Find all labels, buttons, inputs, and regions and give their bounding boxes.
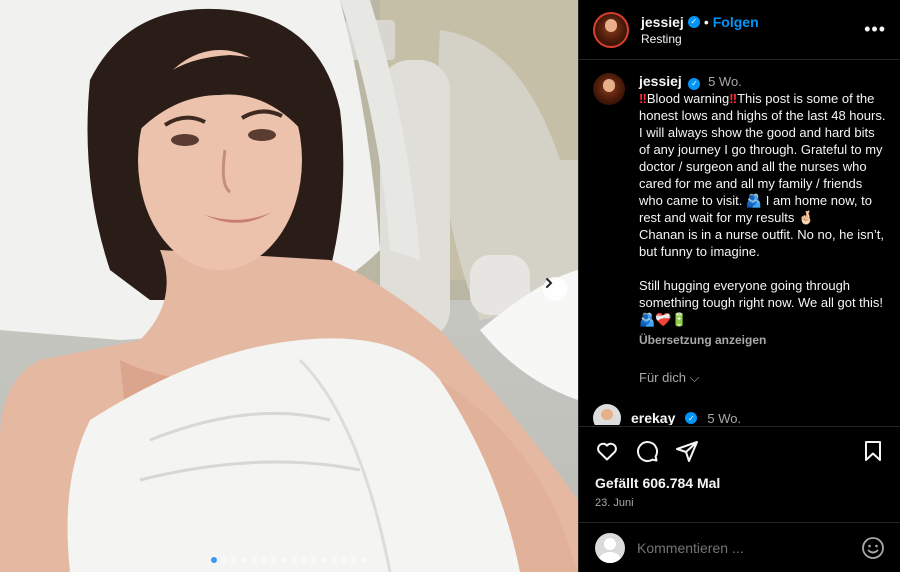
- carousel-dot: [361, 557, 367, 563]
- post-actions: Gefällt 606.784 Mal 23. Juni: [579, 426, 900, 509]
- hospital-photo-illustration: [0, 0, 578, 572]
- heart-icon[interactable]: [595, 439, 619, 463]
- carousel-dot: [351, 557, 357, 563]
- caption-body-1: ‼Blood warning‼This post is some of the …: [639, 90, 887, 226]
- carousel-dot: [271, 557, 277, 563]
- caption-avatar[interactable]: [593, 73, 625, 105]
- carousel-dot: [301, 557, 307, 563]
- carousel-next-button[interactable]: [543, 277, 567, 301]
- carousel-dot: [231, 557, 237, 563]
- caption-username[interactable]: jessiej: [639, 73, 682, 89]
- carousel-dots: [0, 557, 578, 563]
- carousel-dot: [341, 557, 347, 563]
- verified-badge-icon: ✓: [688, 77, 701, 90]
- likes-count[interactable]: Gefällt 606.784 Mal: [595, 475, 885, 491]
- carousel-dot: [251, 557, 257, 563]
- for-you-toggle[interactable]: Für dich ⌵: [639, 369, 887, 386]
- post-date[interactable]: 23. Juni: [595, 497, 885, 509]
- chevron-right-icon: [546, 278, 553, 288]
- commenter-username[interactable]: erekay: [631, 410, 675, 425]
- carousel-dot: [281, 557, 287, 563]
- comment-composer: [579, 522, 900, 572]
- post-photo[interactable]: [0, 0, 578, 572]
- comment-input[interactable]: [637, 539, 861, 556]
- header-separator: •: [703, 13, 709, 30]
- caption-time[interactable]: 5 Wo.: [708, 74, 742, 89]
- comments-section[interactable]: jessiej ✓ 5 Wo. ‼Blood warning‼This post…: [579, 61, 900, 425]
- follow-button[interactable]: Folgen: [713, 14, 759, 30]
- caption-text-3: Still hugging everyone going through som…: [639, 278, 884, 327]
- carousel-dot: [241, 557, 247, 563]
- carousel-dot: [221, 557, 227, 563]
- commenter-avatar[interactable]: [593, 404, 621, 425]
- warning-icon: ‼: [639, 91, 647, 106]
- emoji-icon[interactable]: [861, 536, 885, 560]
- verified-badge-icon: ✓: [685, 412, 698, 424]
- translate-link[interactable]: Übersetzung anzeigen: [639, 332, 887, 349]
- caption: jessiej ✓ 5 Wo. ‼Blood warning‼This post…: [593, 73, 887, 386]
- carousel-dot: [321, 557, 327, 563]
- carousel-dot: [211, 557, 217, 563]
- share-icon[interactable]: [675, 439, 699, 463]
- comment-item: erekay ✓ 5 Wo.: [593, 404, 887, 425]
- post-header: jessiej ✓ • Folgen Resting •••: [579, 0, 900, 60]
- post-location[interactable]: Resting: [641, 32, 759, 46]
- author-avatar[interactable]: [593, 11, 629, 48]
- carousel-dot: [261, 557, 267, 563]
- verified-badge-icon: ✓: [687, 15, 700, 28]
- comment-time[interactable]: 5 Wo.: [707, 411, 741, 426]
- caption-warning-text: Blood warning: [646, 91, 730, 106]
- caption-text-2: Chanan is in a nurse outfit. No no, he i…: [639, 227, 884, 259]
- bookmark-icon[interactable]: [861, 439, 885, 463]
- caption-text-1: This post is some of the honest lows and…: [639, 91, 886, 225]
- warning-icon: ‼: [729, 91, 738, 106]
- post-side-panel: jessiej ✓ • Folgen Resting ••• jessiej ✓…: [578, 0, 900, 572]
- carousel-dot: [331, 557, 337, 563]
- comment-icon[interactable]: [635, 439, 659, 463]
- carousel-dot: [311, 557, 317, 563]
- user-avatar: [595, 532, 625, 563]
- author-username[interactable]: jessiej: [641, 14, 684, 30]
- more-options-icon[interactable]: •••: [864, 19, 886, 40]
- carousel-dot: [291, 557, 297, 563]
